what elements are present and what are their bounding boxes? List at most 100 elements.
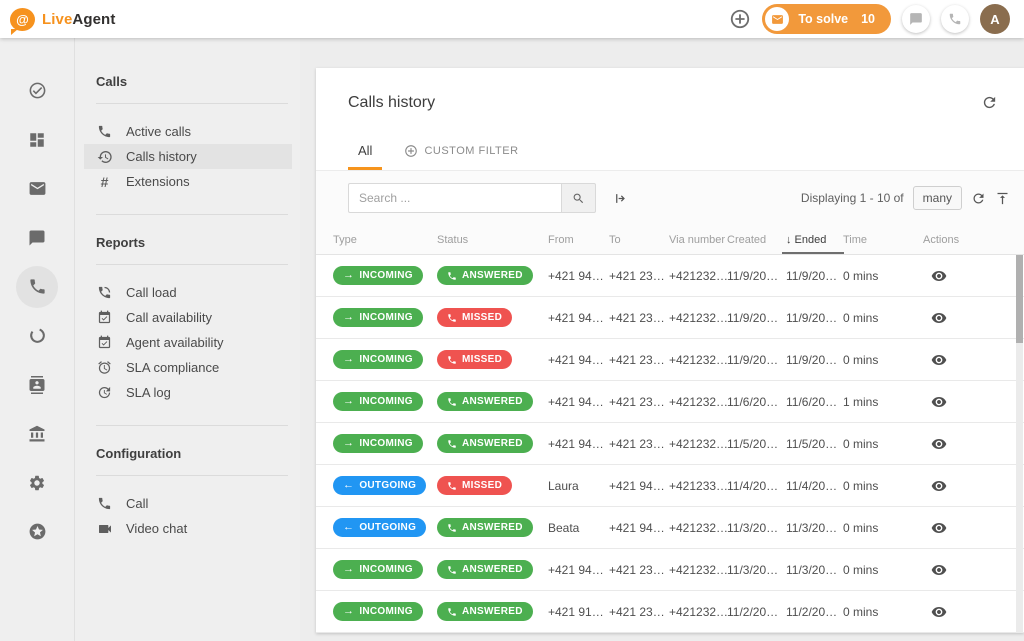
page-size-chip[interactable]: many xyxy=(913,186,962,210)
to-solve-button[interactable]: To solve 10 xyxy=(762,4,891,34)
cell-to: +421 23… xyxy=(609,395,669,409)
rail-upgrade-button[interactable] xyxy=(13,507,62,556)
view-call-button[interactable] xyxy=(931,436,947,452)
view-call-button[interactable] xyxy=(931,268,947,284)
rail-calls-button[interactable] xyxy=(13,262,62,311)
col-time[interactable]: Time xyxy=(843,225,923,254)
to-solve-count: 10 xyxy=(861,12,875,26)
table-row[interactable]: → INCOMING ANSWERED +421 94… xyxy=(316,423,1024,465)
cell-type: → INCOMING xyxy=(333,308,437,327)
rail-status-button[interactable] xyxy=(13,311,62,360)
table-row[interactable]: → INCOMING ANSWERED +421 94… xyxy=(316,549,1024,591)
cell-ended: 11/9/20… xyxy=(786,311,843,325)
add-button[interactable] xyxy=(729,8,751,30)
menu-item-call-availability[interactable]: Call availability xyxy=(84,305,292,330)
expand-filters-button[interactable] xyxy=(613,191,628,206)
brand-logo[interactable]: @ LiveAgent xyxy=(10,8,115,31)
table-row[interactable]: → INCOMING ANSWERED +421 94… xyxy=(316,381,1024,423)
cell-time: 0 mins xyxy=(843,437,923,451)
table-row[interactable]: → INCOMING ANSWERED +421 91… xyxy=(316,591,1024,633)
col-type[interactable]: Type xyxy=(333,225,437,254)
cell-ended: 11/5/20… xyxy=(786,437,843,451)
videocam-icon xyxy=(96,521,113,537)
rail-settings-button[interactable] xyxy=(13,458,62,507)
menu-item-extensions[interactable]: # Extensions xyxy=(84,169,292,194)
cell-actions xyxy=(923,520,1024,536)
type-badge: → INCOMING xyxy=(333,392,423,411)
cell-actions xyxy=(923,478,1024,494)
table-row[interactable]: → INCOMING ANSWERED +421 94… xyxy=(316,255,1024,297)
refresh-icon xyxy=(981,94,998,111)
table-row[interactable]: ← OUTGOING ANSWERED Beata xyxy=(316,507,1024,549)
menu-item-agent-availability[interactable]: Agent availability xyxy=(84,330,292,355)
view-call-button[interactable] xyxy=(931,604,947,620)
view-call-button[interactable] xyxy=(931,394,947,410)
col-ended-sorted[interactable]: ↓ Ended xyxy=(786,225,843,254)
menu-item-video-chat[interactable]: Video chat xyxy=(84,516,292,541)
table-header-row: Type Status From To Via number Created ↓… xyxy=(316,225,1024,255)
menu-item-sla-compliance[interactable]: SLA compliance xyxy=(84,355,292,380)
tab-all[interactable]: All xyxy=(348,143,382,170)
menu-item-active-calls[interactable]: Active calls xyxy=(84,119,292,144)
rail-tasks-button[interactable] xyxy=(13,66,62,115)
view-call-button[interactable] xyxy=(931,562,947,578)
chat-button[interactable] xyxy=(902,5,930,33)
menu-item-label: Call load xyxy=(126,285,177,300)
reload-list-button[interactable] xyxy=(971,191,986,206)
scrollbar-thumb[interactable] xyxy=(1016,255,1023,343)
eye-icon xyxy=(931,352,947,368)
rail-dashboard-button[interactable] xyxy=(13,115,62,164)
cell-time: 0 mins xyxy=(843,311,923,325)
type-badge: ← OUTGOING xyxy=(333,518,426,537)
col-status[interactable]: Status xyxy=(437,225,548,254)
type-badge: → INCOMING xyxy=(333,560,423,579)
col-to[interactable]: To xyxy=(609,225,669,254)
cell-created: 11/9/20… xyxy=(727,269,786,283)
eye-icon xyxy=(931,520,947,536)
app-root: @ LiveAgent To solve 10 A xyxy=(0,0,1024,641)
col-from[interactable]: From xyxy=(548,225,609,254)
tasks-check-icon xyxy=(16,70,58,112)
view-call-button[interactable] xyxy=(931,352,947,368)
search-button[interactable] xyxy=(561,183,596,213)
phone-button[interactable] xyxy=(941,5,969,33)
table-toolbar: Displaying 1 - 10 of many xyxy=(316,170,1024,225)
cell-status: ANSWERED xyxy=(437,392,548,411)
history-icon xyxy=(96,149,113,165)
page-title: Calls history xyxy=(348,94,1024,112)
search-input[interactable] xyxy=(348,183,561,213)
cell-ended: 11/3/20… xyxy=(786,563,843,577)
table-row[interactable]: → INCOMING MISSED +421 94… xyxy=(316,339,1024,381)
direction-arrow-icon: → xyxy=(343,270,354,281)
rail-tickets-button[interactable] xyxy=(13,164,62,213)
table-row[interactable]: ← OUTGOING MISSED Laura xyxy=(316,465,1024,507)
col-via-number[interactable]: Via number xyxy=(669,225,727,254)
rail-contacts-button[interactable] xyxy=(13,360,62,409)
cell-time: 0 mins xyxy=(843,353,923,367)
menu-item-sla-log[interactable]: SLA log xyxy=(84,380,292,405)
menu-item-calls-history[interactable]: Calls history xyxy=(84,144,292,169)
avatar[interactable]: A xyxy=(980,4,1010,34)
phone-icon xyxy=(447,481,457,491)
menu-item-call-load[interactable]: Call load xyxy=(84,280,292,305)
cell-time: 0 mins xyxy=(843,269,923,283)
view-call-button[interactable] xyxy=(931,478,947,494)
calendar-check-icon xyxy=(96,310,113,325)
view-call-button[interactable] xyxy=(931,310,947,326)
rail-academy-button[interactable] xyxy=(13,409,62,458)
table-scrollbar[interactable] xyxy=(1016,255,1023,633)
menu-item-call[interactable]: Call xyxy=(84,491,292,516)
eye-icon xyxy=(931,562,947,578)
scroll-top-button[interactable] xyxy=(995,191,1010,206)
status-badge: ANSWERED xyxy=(437,602,533,621)
cell-type: ← OUTGOING xyxy=(333,476,437,495)
table-row[interactable]: → INCOMING MISSED +421 94… xyxy=(316,297,1024,339)
menu-item-label: Video chat xyxy=(126,521,187,536)
rail-chats-button[interactable] xyxy=(13,213,62,262)
panel-refresh-button[interactable] xyxy=(981,94,998,111)
tab-custom-filter[interactable]: CUSTOM FILTER xyxy=(404,144,518,170)
cell-status: ANSWERED xyxy=(437,266,548,285)
view-call-button[interactable] xyxy=(931,520,947,536)
cell-via-number: +421232… xyxy=(669,269,727,283)
col-created[interactable]: Created xyxy=(727,225,786,254)
